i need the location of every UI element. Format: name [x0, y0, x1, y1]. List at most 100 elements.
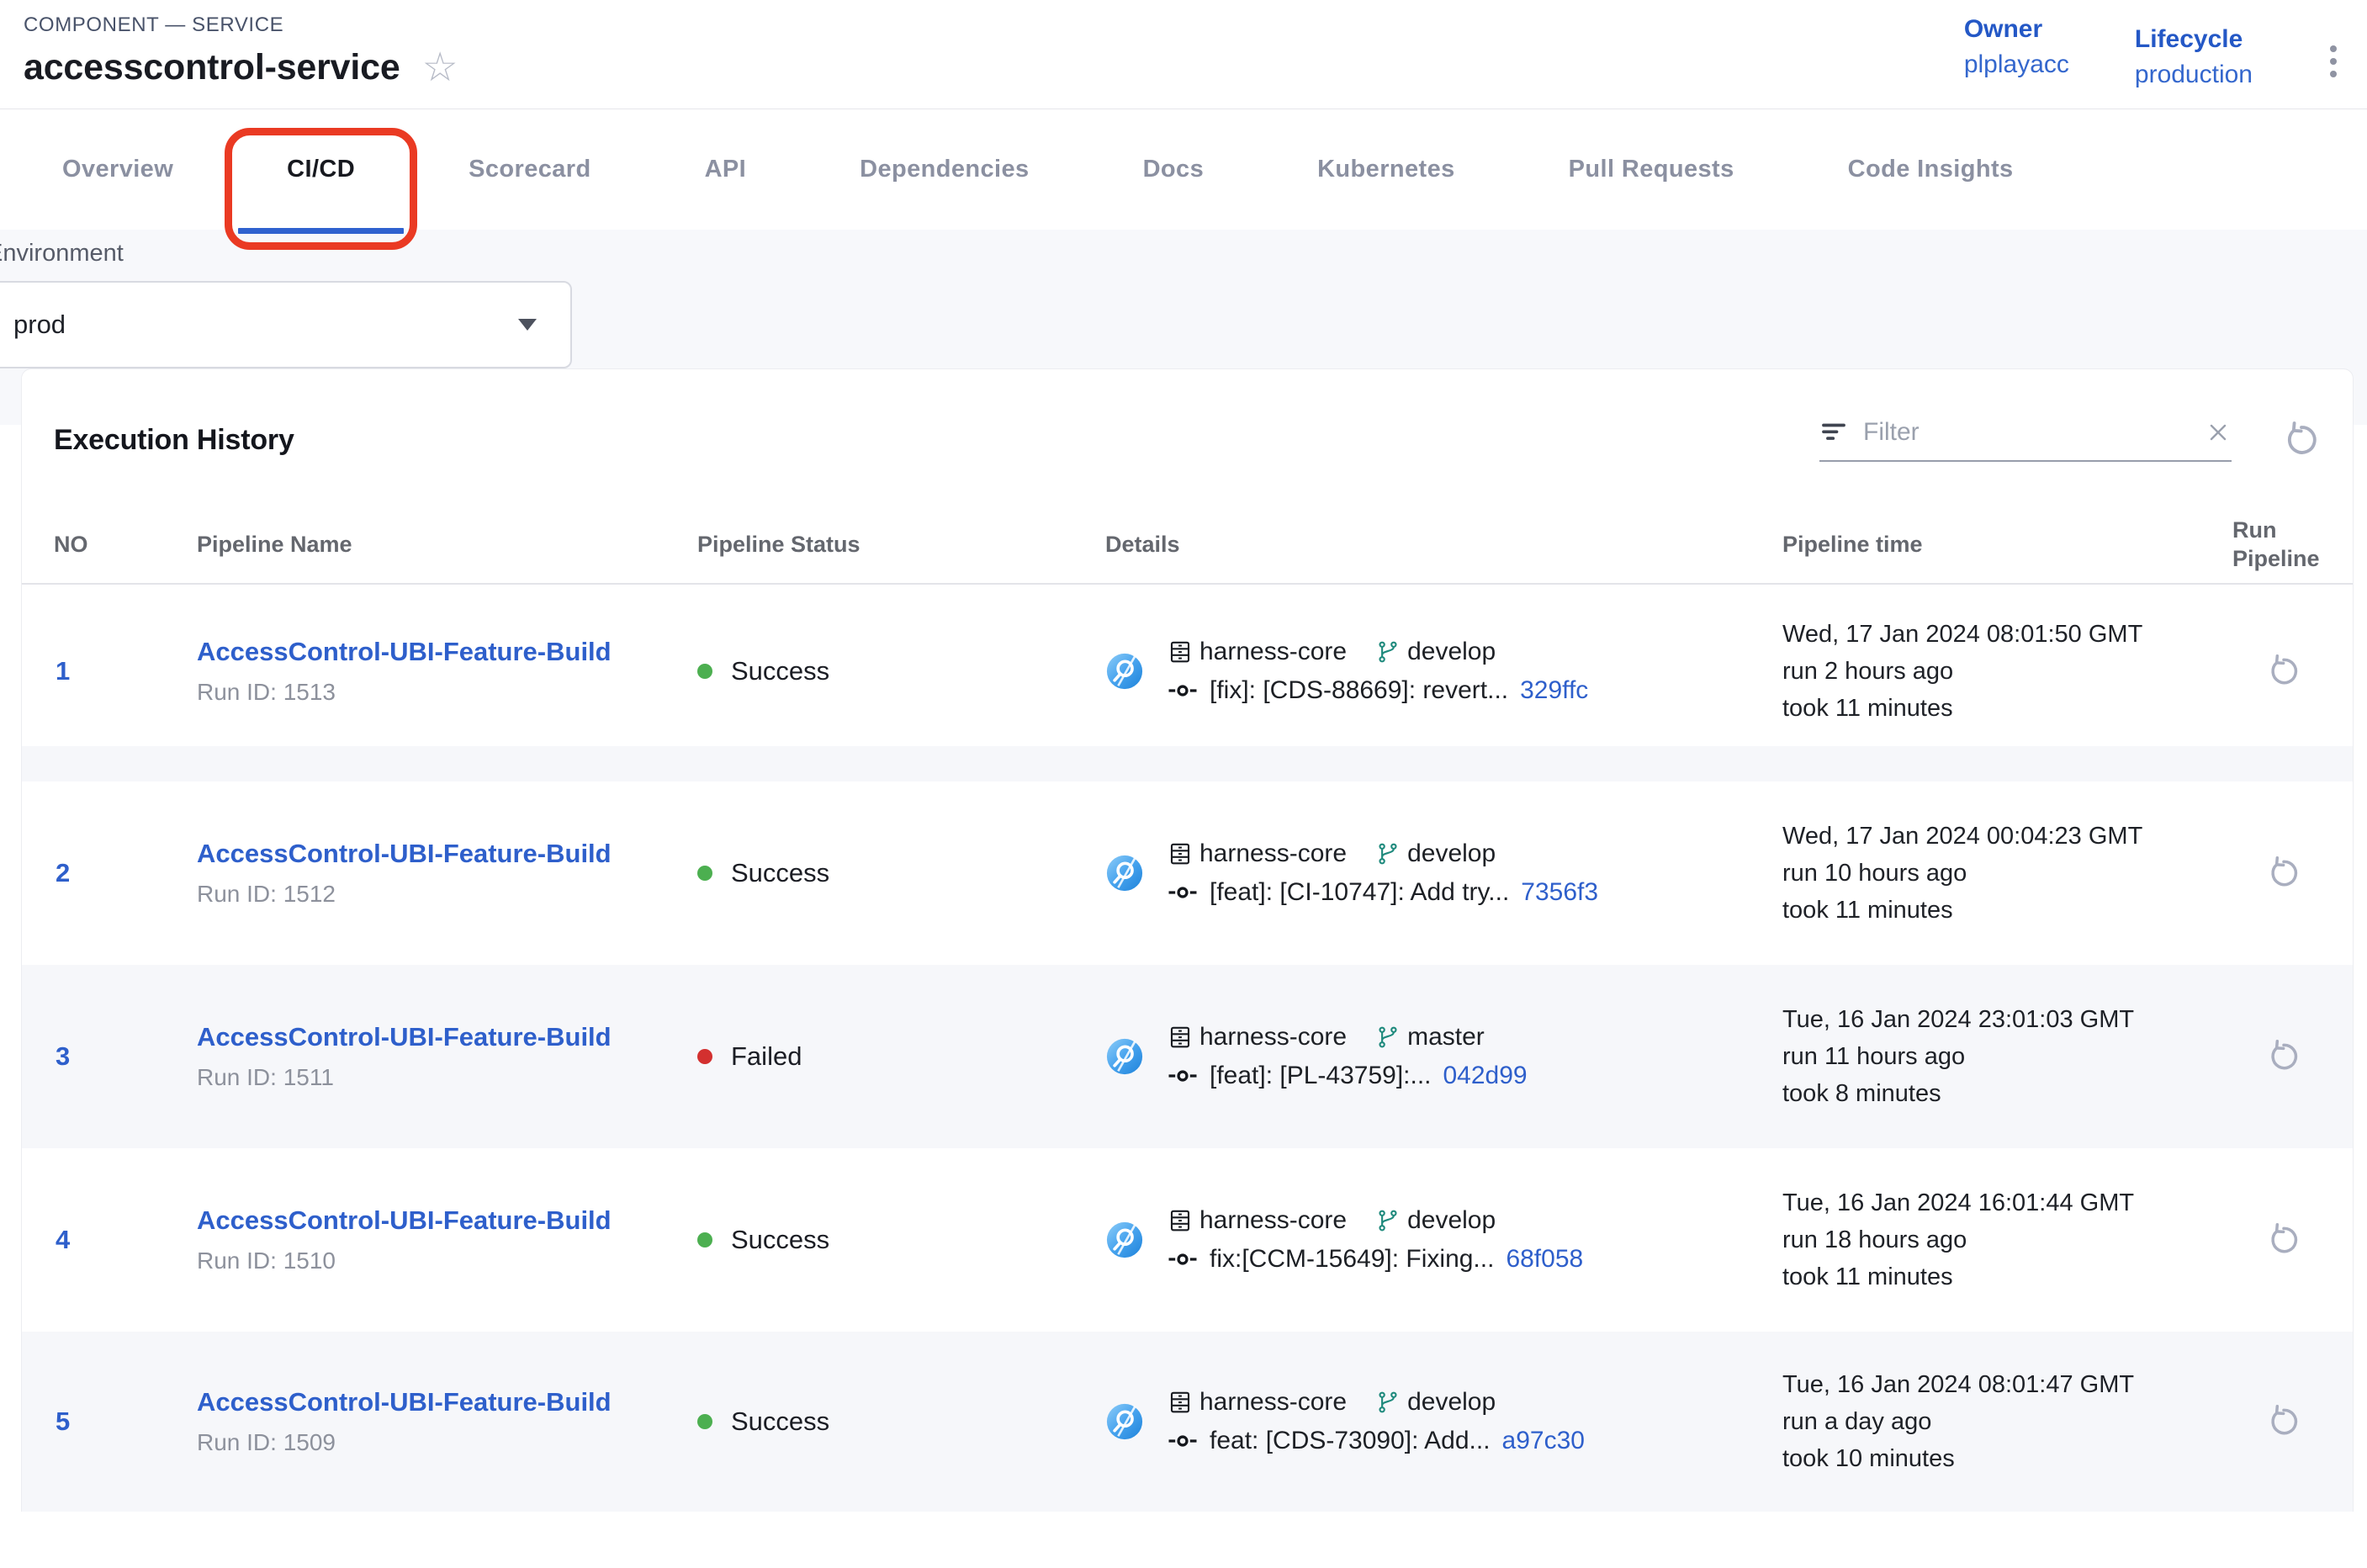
run-id: Run ID: 1511	[197, 1064, 697, 1091]
commit-sha-link[interactable]: 7356f3	[1521, 878, 1598, 907]
execution-history-header: Execution History	[22, 369, 2353, 506]
pipeline-time-took: took 10 minutes	[1782, 1440, 2232, 1477]
detail-lines: harness-core develop [fix]: [CDS	[1168, 638, 1588, 705]
pipeline-name-link[interactable]: AccessControl-UBI-Feature-Build	[197, 1205, 612, 1236]
pipeline-name-link[interactable]: AccessControl-UBI-Feature-Build	[197, 1022, 612, 1052]
tab-kubernetes[interactable]: Kubernetes	[1317, 109, 1455, 230]
tab-scorecard[interactable]: Scorecard	[469, 109, 590, 230]
entity-tabs: Overview CI/CD Scorecard API Dependencies Doc…	[0, 109, 2367, 230]
entity-kind-label: COMPONENT — SERVICE	[24, 13, 458, 37]
refresh-icon[interactable]	[2282, 421, 2321, 459]
status-label: Success	[731, 1225, 829, 1255]
row-number: 3	[54, 1041, 197, 1072]
commit-sha-link[interactable]: 329ffc	[1520, 676, 1588, 705]
environment-label: Environment	[0, 240, 2367, 268]
git-commit-icon	[1168, 1067, 1198, 1085]
pipeline-time-gmt: Tue, 16 Jan 2024 16:01:44 GMT	[1782, 1184, 2232, 1221]
pipeline-name-link[interactable]: AccessControl-UBI-Feature-Build	[197, 1387, 612, 1417]
commit-message: feat: [CDS-73090]: Add...	[1210, 1427, 1491, 1455]
lifecycle-label: Lifecycle	[2135, 25, 2253, 54]
tab-code-insights[interactable]: Code Insights	[1848, 109, 2014, 230]
owner-block: Owner plplayacc	[1964, 15, 2069, 79]
commit-line: fix:[CCM-15649]: Fixing... 68f058	[1168, 1245, 1583, 1274]
pipeline-time-cell: Tue, 16 Jan 2024 16:01:44 GMT run 18 hou…	[1782, 1184, 2232, 1295]
pipeline-name-cell: AccessControl-UBI-Feature-Build Run ID: …	[197, 1022, 697, 1091]
pipeline-status-cell: Success	[697, 1406, 1105, 1437]
table-row: 4 AccessControl-UBI-Feature-Build Run ID…	[22, 1148, 2353, 1332]
pipeline-execution-icon[interactable]	[1105, 1037, 1144, 1076]
details-cell: harness-core develop [feat]: [CI	[1105, 840, 1782, 907]
pipeline-status-cell: Success	[697, 656, 1105, 686]
commit-line: [feat]: [PL-43759]:... 042d99	[1168, 1062, 1528, 1090]
pipeline-execution-icon[interactable]	[1105, 652, 1144, 691]
tab-ci-cd[interactable]: CI/CD	[287, 109, 355, 230]
pipeline-name-link[interactable]: AccessControl-UBI-Feature-Build	[197, 839, 612, 869]
commit-line: feat: [CDS-73090]: Add... a97c30	[1168, 1427, 1585, 1455]
table-row: 5 AccessControl-UBI-Feature-Build Run ID…	[22, 1332, 2353, 1512]
pipeline-name-cell: AccessControl-UBI-Feature-Build Run ID: …	[197, 839, 697, 908]
environment-section: Environment prod Execution History	[0, 230, 2367, 425]
run-pipeline-icon[interactable]	[2266, 1039, 2301, 1074]
detail-lines: harness-core develop [feat]: [CI	[1168, 840, 1598, 907]
run-pipeline-icon[interactable]	[2266, 856, 2301, 891]
git-branch-icon	[1375, 1390, 1401, 1415]
status-dot	[697, 664, 712, 679]
environment-select[interactable]: prod	[0, 281, 572, 368]
pipeline-execution-icon[interactable]	[1105, 1402, 1144, 1441]
tab-docs[interactable]: Docs	[1143, 109, 1205, 230]
git-commit-icon	[1168, 883, 1198, 902]
run-pipeline-icon[interactable]	[2266, 1222, 2301, 1258]
pipeline-time-took: took 11 minutes	[1782, 1258, 2232, 1295]
tab-api[interactable]: API	[705, 109, 747, 230]
entity-header: COMPONENT — SERVICE accesscontrol-servic…	[0, 0, 2367, 109]
repository-icon	[1168, 1208, 1193, 1233]
lifecycle-link[interactable]: production	[2135, 61, 2253, 89]
table-row: 2 AccessControl-UBI-Feature-Build Run ID…	[22, 781, 2353, 965]
repo-name: harness-core	[1199, 1023, 1347, 1052]
commit-message: [fix]: [CDS-88669]: revert...	[1210, 676, 1508, 705]
run-pipeline-cell	[2232, 654, 2336, 689]
favorite-star-icon[interactable]: ☆	[422, 48, 458, 88]
details-cell: harness-core develop feat: [CDS-	[1105, 1388, 1782, 1455]
pipeline-time-ago: run 10 hours ago	[1782, 855, 2232, 892]
pipeline-execution-icon[interactable]	[1105, 854, 1144, 893]
tab-label: API	[705, 156, 747, 183]
pipeline-time-ago: run a day ago	[1782, 1403, 2232, 1440]
pipeline-name-link[interactable]: AccessControl-UBI-Feature-Build	[197, 637, 612, 667]
filter-input[interactable]	[1863, 418, 2190, 447]
page-title: accesscontrol-service	[24, 47, 400, 88]
clear-filter-icon[interactable]	[2205, 419, 2232, 446]
status-label: Failed	[731, 1041, 802, 1072]
run-pipeline-cell	[2232, 856, 2336, 891]
git-commit-icon	[1168, 1250, 1198, 1269]
tab-pull-requests[interactable]: Pull Requests	[1569, 109, 1734, 230]
pipeline-time-cell: Tue, 16 Jan 2024 08:01:47 GMT run a day …	[1782, 1366, 2232, 1477]
kebab-menu-icon[interactable]	[2330, 45, 2337, 77]
owner-link[interactable]: plplayacc	[1964, 50, 2069, 79]
table-body: 1 AccessControl-UBI-Feature-Build Run ID…	[22, 585, 2353, 1512]
row-number: 5	[54, 1406, 197, 1437]
page: COMPONENT — SERVICE accesscontrol-servic…	[0, 0, 2367, 425]
status-dot	[697, 866, 712, 881]
repo-name: harness-core	[1199, 1206, 1347, 1235]
tab-overview[interactable]: Overview	[62, 109, 173, 230]
run-pipeline-icon[interactable]	[2266, 1404, 2301, 1439]
commit-sha-link[interactable]: 68f058	[1506, 1245, 1583, 1274]
pipeline-status-cell: Success	[697, 1225, 1105, 1255]
commit-line: [fix]: [CDS-88669]: revert... 329ffc	[1168, 676, 1588, 705]
commit-sha-link[interactable]: a97c30	[1502, 1427, 1585, 1455]
pipeline-execution-icon[interactable]	[1105, 1221, 1144, 1259]
run-pipeline-icon[interactable]	[2266, 654, 2301, 689]
details-cell: harness-core develop [fix]: [CDS	[1105, 638, 1782, 705]
details-cell: harness-core master [feat]: [PL-	[1105, 1023, 1782, 1090]
tab-label: Overview	[62, 156, 173, 183]
pipeline-status-cell: Success	[697, 858, 1105, 888]
entity-header-left: COMPONENT — SERVICE accesscontrol-servic…	[24, 13, 458, 109]
tab-dependencies[interactable]: Dependencies	[860, 109, 1029, 230]
status-dot	[697, 1049, 712, 1064]
repo-name: harness-core	[1199, 1388, 1347, 1417]
pipeline-time-gmt: Tue, 16 Jan 2024 23:01:03 GMT	[1782, 1001, 2232, 1038]
pipeline-time-ago: run 2 hours ago	[1782, 653, 2232, 690]
filter-group	[1819, 418, 2321, 462]
commit-sha-link[interactable]: 042d99	[1443, 1062, 1528, 1090]
